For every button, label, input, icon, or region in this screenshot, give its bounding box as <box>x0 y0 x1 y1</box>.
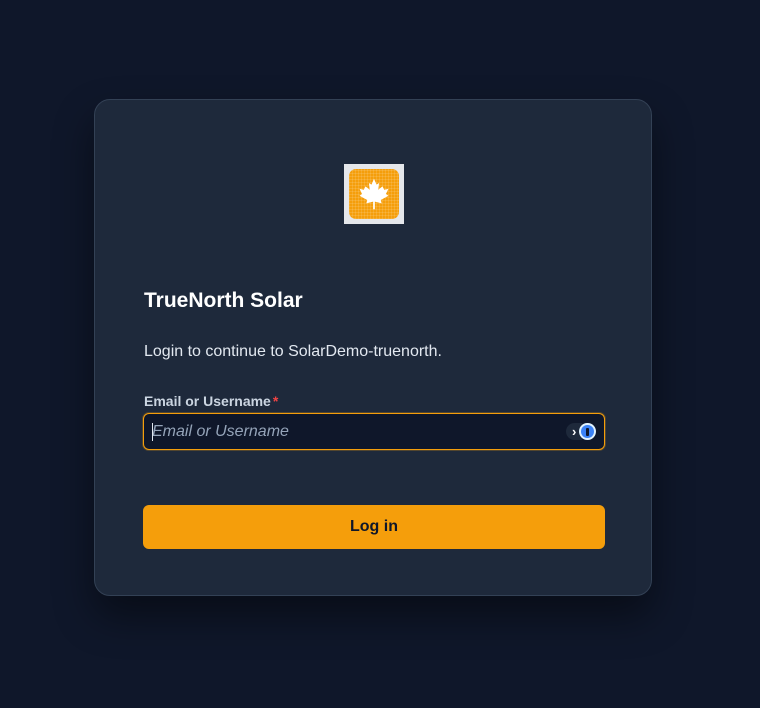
email-field-label: Email or Username * <box>144 393 278 409</box>
key-icon <box>579 423 596 440</box>
maple-leaf-icon <box>349 169 399 219</box>
password-manager-icon[interactable]: › <box>566 422 596 441</box>
login-subtitle: Login to continue to SolarDemo-truenorth… <box>144 343 442 360</box>
login-card: TrueNorth Solar Login to continue to Sol… <box>94 99 652 596</box>
app-logo <box>344 164 404 224</box>
login-button[interactable]: Log in <box>143 505 605 549</box>
text-cursor <box>152 423 153 441</box>
email-field-label-text: Email or Username <box>144 393 271 409</box>
app-title: TrueNorth Solar <box>144 289 303 312</box>
email-field[interactable] <box>144 414 554 449</box>
required-indicator: * <box>272 393 279 409</box>
email-field-container: › <box>143 413 605 450</box>
